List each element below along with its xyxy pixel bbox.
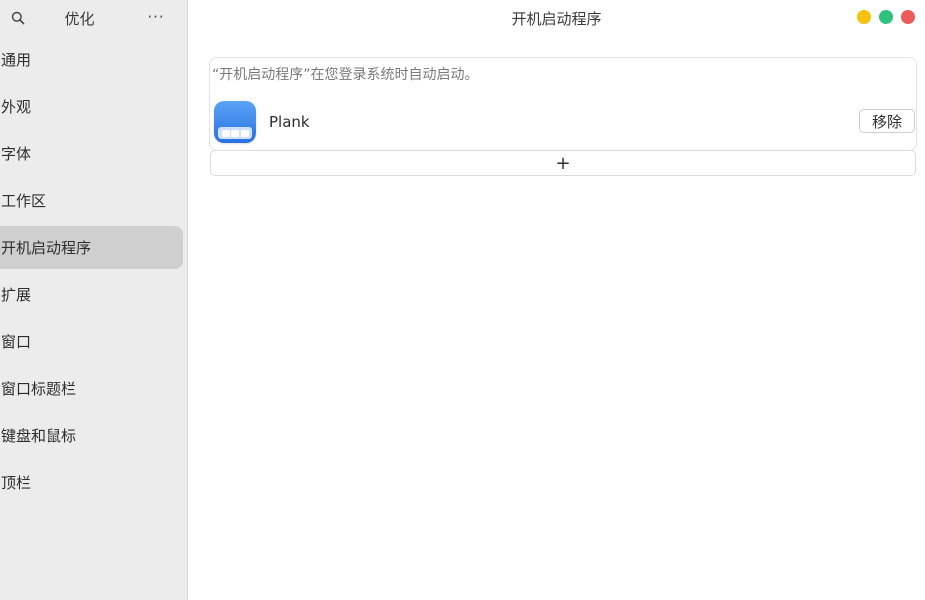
window-controls [857,10,915,24]
close-button[interactable] [901,10,915,24]
plank-icon-slot [231,129,239,137]
plank-icon [214,101,256,143]
plank-icon-slot [240,129,249,137]
sidebar-item-label: 工作区 [1,192,47,210]
sidebar-item-label: 扩展 [1,286,32,304]
page-title: 开机启动程序 [511,10,602,28]
sidebar-item[interactable]: 扩展 [0,273,183,316]
sidebar-item-label: 键盘和鼠标 [1,427,77,445]
sidebar-item[interactable]: 字体 [0,132,183,175]
sidebar-item[interactable]: 顶栏 [0,461,183,504]
sidebar-item-label: 窗口标题栏 [1,380,77,398]
startup-app-row: Plank 移除 [210,98,916,148]
sidebar-item-label: 开机启动程序 [1,239,92,257]
sidebar: 优化 ··· 通用外观字体工作区开机启动程序 扩展窗口窗口标题栏键盘和鼠标顶栏 [0,0,188,600]
sidebar-item-label: 通用 [1,51,32,69]
sidebar-item[interactable]: 窗口 [0,320,183,363]
plank-icon-dock [218,127,252,139]
startup-apps-card: “开机启动程序”在您登录系统时自动启动。 Plank 移除 [209,57,917,151]
sidebar-item-label: 顶栏 [1,474,32,492]
startup-description: “开机启动程序”在您登录系统时自动启动。 [212,67,479,83]
sidebar-item-label: 外观 [1,98,32,116]
maximize-button[interactable] [879,10,893,24]
more-menu-button[interactable]: ··· [144,5,168,29]
add-icon: + [555,152,571,174]
sidebar-item[interactable]: 开机启动程序 [0,226,183,269]
main-panel: 开机启动程序 “开机启动程序”在您登录系统时自动启动。 Plank 移除 + [188,0,925,600]
sidebar-item[interactable]: 外观 [0,85,183,128]
minimize-button[interactable] [857,10,871,24]
remove-button[interactable]: 移除 [858,109,915,133]
sidebar-header: 优化 ··· [0,0,187,36]
sidebar-nav: 通用外观字体工作区开机启动程序 扩展窗口窗口标题栏键盘和鼠标顶栏 [0,38,187,508]
app-name: Plank [269,113,310,131]
add-startup-app-button[interactable]: + [210,150,916,176]
sidebar-item[interactable]: 通用 [0,38,183,81]
sidebar-item[interactable]: 键盘和鼠标 [0,414,183,457]
sidebar-item[interactable]: 工作区 [0,179,183,222]
more-icon: ··· [147,8,165,26]
sidebar-item[interactable]: 窗口标题栏 [0,367,183,410]
tweaks-window: 优化 ··· 通用 外观 字体 工作区 开机启动程序 扩展 窗口 窗口标题栏 键盘和鼠标 顶栏 开… [0,0,925,600]
plank-icon-slot [221,129,230,137]
sidebar-item-label: 窗口 [1,333,32,351]
sidebar-item-label: 字体 [1,145,32,163]
